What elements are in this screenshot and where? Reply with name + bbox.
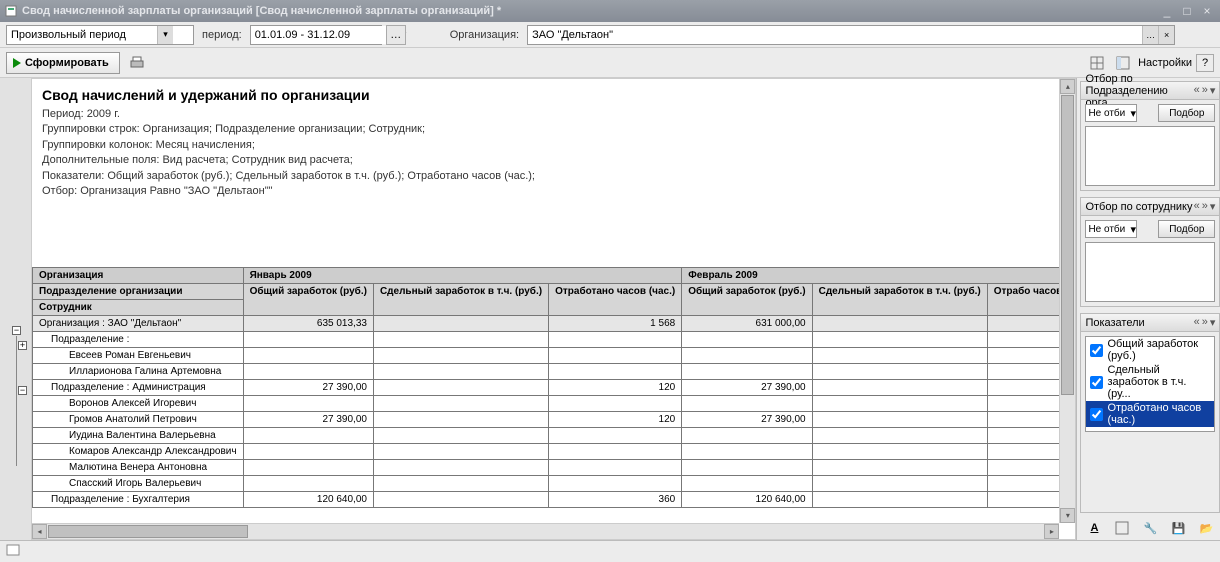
settings-button-label[interactable]: Настройки <box>1138 57 1192 69</box>
app-icon <box>4 4 18 18</box>
table-icon[interactable] <box>1111 517 1133 539</box>
load-icon[interactable]: 📂 <box>1195 517 1217 539</box>
report-title: Свод начислений и удержаний по организац… <box>42 87 1065 103</box>
table-row[interactable]: Громов Анатолий Петрович27 390,0012027 3… <box>33 412 1075 428</box>
table-row[interactable]: Подразделение : Администрация27 390,0012… <box>33 380 1075 396</box>
report-grid: ОрганизацияЯнварь 2009Февраль 2009Подраз… <box>32 267 1075 508</box>
pick-button[interactable]: Подбор <box>1158 104 1215 122</box>
window-title: Свод начисленной зарплаты организаций [С… <box>22 5 1156 17</box>
table-row[interactable]: Иудина Валентина Валерьевна <box>33 428 1075 444</box>
ellipsis-icon[interactable]: … <box>1142 26 1158 44</box>
chevron-down-icon: ▾ <box>1210 84 1216 97</box>
indicator-item[interactable]: Отработано часов (час.) <box>1086 401 1214 427</box>
filter-employee-panel-header[interactable]: Отбор по сотруднику «»▾ <box>1081 198 1219 216</box>
filter-mode-combo[interactable]: ▾ <box>1085 220 1137 238</box>
chevron-down-icon[interactable]: ▾ <box>157 26 173 44</box>
org-combo[interactable]: … × <box>527 25 1175 45</box>
horizontal-scrollbar[interactable]: ◂ ▸ <box>32 523 1059 539</box>
font-icon[interactable]: A <box>1083 517 1105 539</box>
save-icon[interactable]: 💾 <box>1167 517 1189 539</box>
filter-mode-combo[interactable]: ▾ <box>1085 104 1137 122</box>
chevron-down-icon[interactable]: ▾ <box>1130 107 1136 120</box>
period-value-combo[interactable]: ▾ <box>250 25 382 45</box>
indicators-panel-header[interactable]: Показатели «»▾ <box>1081 314 1219 332</box>
period-picker-button[interactable]: … <box>386 25 406 45</box>
table-row[interactable]: Евсеев Роман Евгеньевич <box>33 348 1075 364</box>
close-button[interactable]: × <box>1198 3 1216 19</box>
period-value-input[interactable] <box>251 26 401 44</box>
chevron-down-icon[interactable]: ▾ <box>1130 223 1136 236</box>
table-row[interactable]: Подразделение : <box>33 332 1075 348</box>
layout-icon[interactable] <box>1112 52 1134 74</box>
indicators-list[interactable]: Общий заработок (руб.)Сдельный заработок… <box>1085 336 1215 432</box>
help-icon[interactable]: ? <box>1196 54 1214 72</box>
pick-button[interactable]: Подбор <box>1158 220 1215 238</box>
indicator-checkbox[interactable] <box>1090 344 1103 357</box>
table-row[interactable]: Спасский Игорь Валерьевич <box>33 476 1075 492</box>
generate-button[interactable]: Сформировать <box>6 52 120 74</box>
wrench-icon[interactable]: 🔧 <box>1139 517 1161 539</box>
generate-button-label: Сформировать <box>25 57 109 69</box>
play-icon <box>13 58 21 68</box>
tree-gutter: − + − <box>0 78 32 540</box>
status-icon <box>6 544 20 559</box>
clear-icon[interactable]: × <box>1158 26 1174 44</box>
tree-collapse-icon[interactable]: − <box>18 386 27 395</box>
employee-listbox[interactable] <box>1085 242 1215 302</box>
period-mode-input[interactable] <box>7 26 157 44</box>
grid-icon[interactable] <box>1086 52 1108 74</box>
period-label: период: <box>202 29 242 41</box>
minimize-button[interactable]: _ <box>1158 3 1176 19</box>
table-row[interactable]: Организация : ЗАО "Дельтаон"635 013,331 … <box>33 316 1075 332</box>
table-row[interactable]: Илларионова Галина Артемовна <box>33 364 1075 380</box>
filter-dept-panel-header[interactable]: Отбор по Подразделению орга... «»▾ <box>1081 82 1219 100</box>
chevron-left-icon: « <box>1194 84 1200 97</box>
table-row[interactable]: Воронов Алексей Игоревич <box>33 396 1075 412</box>
print-icon[interactable] <box>126 52 148 74</box>
tree-collapse-icon[interactable]: − <box>12 326 21 335</box>
indicator-item[interactable]: Сдельный заработок в т.ч. (ру... <box>1086 363 1214 401</box>
table-row[interactable]: Подразделение : Бухгалтерия120 640,00360… <box>33 492 1075 508</box>
vertical-scrollbar[interactable]: ▴ ▾ <box>1059 79 1075 523</box>
table-row[interactable]: Малютина Венера Антоновна <box>33 460 1075 476</box>
chevron-right-icon: » <box>1202 84 1208 97</box>
period-mode-combo[interactable]: ▾ <box>6 25 194 45</box>
table-row[interactable]: Комаров Александр Александрович <box>33 444 1075 460</box>
tree-expand-icon[interactable]: + <box>18 341 27 350</box>
report-meta: Период: 2009 г. Группировки строк: Орган… <box>42 107 1065 199</box>
org-label: Организация: <box>450 29 519 41</box>
org-input[interactable] <box>528 26 1142 44</box>
indicator-checkbox[interactable] <box>1090 376 1103 389</box>
dept-listbox[interactable] <box>1085 126 1215 186</box>
indicator-checkbox[interactable] <box>1090 408 1103 421</box>
maximize-button[interactable]: □ <box>1178 3 1196 19</box>
indicator-item[interactable]: Общий заработок (руб.) <box>1086 337 1214 363</box>
